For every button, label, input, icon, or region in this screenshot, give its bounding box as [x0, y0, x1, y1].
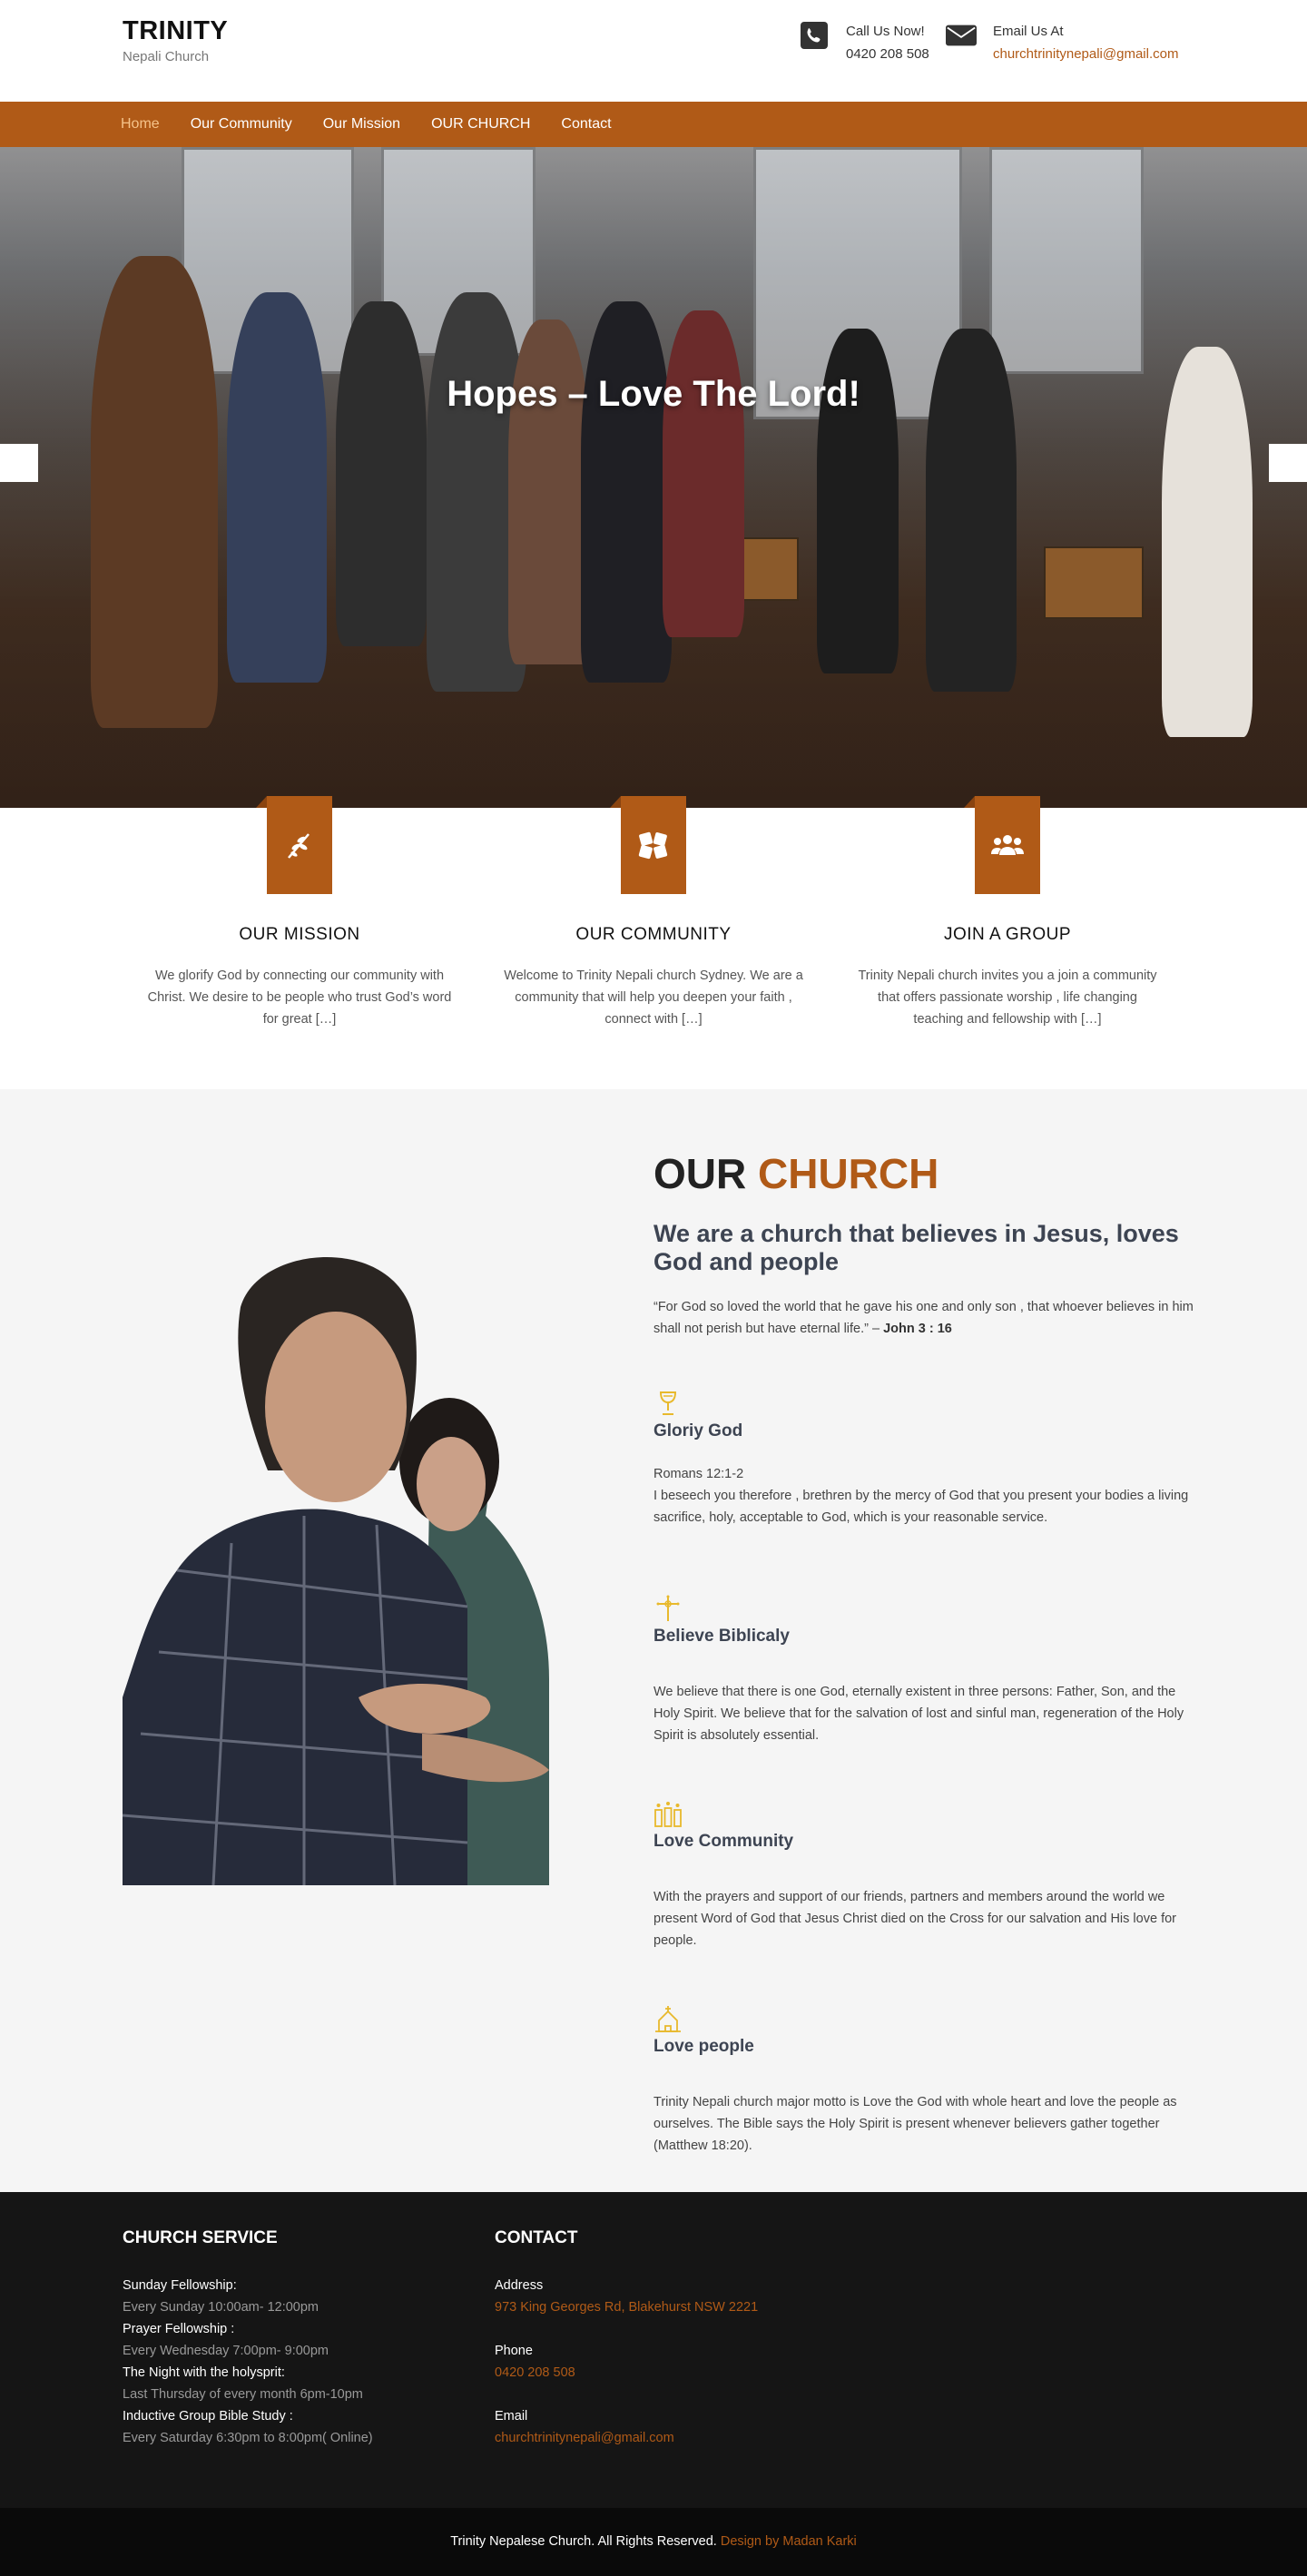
feature-join-a-group: JOIN A GROUP Trinity Nepali church invit…: [844, 796, 1171, 1030]
contact-info: Address 973 King Georges Rd, Blakehurst …: [495, 2275, 758, 2449]
phone-label: Phone: [495, 2344, 533, 2358]
call-value[interactable]: 0420 208 508: [846, 43, 929, 65]
feature-text: We glorify God by connecting our communi…: [147, 968, 452, 1027]
slider-next-button[interactable]: [1269, 444, 1307, 482]
copyright-bar: Trinity Nepalese Church. All Rights Rese…: [0, 2508, 1307, 2576]
features-section: OUR MISSION We glorify God by connecting…: [0, 796, 1307, 1089]
site-footer: CHURCH SERVICE Sunday Fellowship: Every …: [0, 2192, 1307, 2508]
hero-title: Hopes – Love The Lord!: [447, 374, 860, 414]
email-link[interactable]: churchtrinitynepali@gmail.com: [993, 43, 1179, 65]
email-contact: Email Us At churchtrinitynepali@gmail.co…: [946, 20, 1179, 65]
olive-branch-icon: [256, 796, 332, 894]
belief-love-community: Love Community With the prayers and supp…: [654, 1799, 1198, 1952]
belief-title: Gloriy God: [654, 1421, 743, 1440]
service-label: Prayer Fellowship :: [123, 2322, 235, 2336]
church-icon: [654, 2004, 683, 2033]
service-value: Every Wednesday 7:00pm- 9:00pm: [123, 2344, 329, 2358]
belief-title: Believe Biblicaly: [654, 1627, 790, 1646]
logo-title[interactable]: TRINITY: [123, 16, 228, 46]
envelope-icon: [946, 20, 977, 51]
chalice-icon: [654, 1389, 683, 1418]
cross-icon: [654, 1594, 683, 1623]
address-link[interactable]: 973 King Georges Rd, Blakehurst NSW 2221: [495, 2296, 758, 2318]
belief-text: We believe that there is one God, eterna…: [654, 1685, 1184, 1743]
church-heading: OUR CHURCH: [654, 1149, 938, 1198]
nav-item-home[interactable]: Home: [121, 116, 160, 133]
service-value: Last Thursday of every month 6pm-10pm: [123, 2387, 363, 2402]
service-value: Every Sunday 10:00am- 12:00pm: [123, 2300, 319, 2315]
contact-title: CONTACT: [495, 2228, 578, 2247]
feature-text: Welcome to Trinity Nepali church Sydney.…: [504, 968, 803, 1027]
belief-title: Love Community: [654, 1832, 794, 1851]
service-value: Every Saturday 6:30pm to 8:00pm( Online): [123, 2431, 373, 2445]
belief-title: Love people: [654, 2037, 754, 2056]
church-quote: “For God so loved the world that he gave…: [654, 1296, 1198, 1340]
address-label: Address: [495, 2278, 544, 2293]
service-label: Inductive Group Bible Study :: [123, 2409, 293, 2424]
church-heading-part1: OUR: [654, 1150, 747, 1197]
designer-credit-link[interactable]: Design by Madan Karki: [721, 2534, 857, 2549]
belief-text: With the prayers and support of our frie…: [654, 1890, 1176, 1948]
pastor-photo: [123, 1225, 599, 1885]
belief-gloriy-god: Gloriy God Romans 12:1-2 I beseech you t…: [654, 1389, 1198, 1529]
belief-love-people: Love people Trinity Nepali church major …: [654, 2004, 1198, 2157]
copyright-text: Trinity Nepalese Church. All Rights Rese…: [450, 2534, 717, 2549]
call-label: Call Us Now!: [846, 24, 925, 39]
main-nav: Home Our Community Our Mission OUR CHURC…: [0, 102, 1307, 147]
belief-reference: Romans 12:1-2: [654, 1467, 744, 1481]
feature-text: Trinity Nepali church invites you a join…: [858, 968, 1157, 1027]
church-service-title: CHURCH SERVICE: [123, 2228, 278, 2247]
quote-reference: John 3 : 16: [883, 1322, 952, 1336]
belief-believe-biblicaly: Believe Biblicaly We believe that there …: [654, 1594, 1198, 1746]
site-header: TRINITY Nepali Church Call Us Now! 0420 …: [0, 0, 1307, 102]
our-church-section: OUR CHURCH We are a church that believes…: [0, 1089, 1307, 2192]
email-label: Email: [495, 2409, 528, 2424]
belief-text: Trinity Nepali church major motto is Lov…: [654, 2095, 1177, 2153]
hero-slider: Hopes – Love The Lord!: [0, 147, 1307, 808]
phone-link[interactable]: 0420 208 508: [495, 2362, 758, 2384]
phone-icon: [799, 20, 830, 51]
group-icon: [964, 796, 1040, 894]
feature-our-community: OUR COMMUNITY Welcome to Trinity Nepali …: [490, 796, 817, 1030]
nav-item-our-church[interactable]: OUR CHURCH: [431, 116, 530, 133]
email-label: Email Us At: [993, 24, 1064, 39]
service-label: The Night with the holysprit:: [123, 2365, 285, 2380]
hands-icon: [610, 796, 686, 894]
church-service-list: Sunday Fellowship: Every Sunday 10:00am-…: [123, 2275, 373, 2449]
feature-title[interactable]: OUR MISSION: [136, 925, 463, 945]
church-heading-part2: CHURCH: [758, 1150, 939, 1197]
service-label: Sunday Fellowship:: [123, 2278, 237, 2293]
slider-prev-button[interactable]: [0, 444, 38, 482]
feature-title[interactable]: JOIN A GROUP: [844, 925, 1171, 945]
candles-icon: [654, 1799, 683, 1828]
footer-email-link[interactable]: churchtrinitynepali@gmail.com: [495, 2427, 758, 2449]
feature-title[interactable]: OUR COMMUNITY: [490, 925, 817, 945]
nav-item-our-mission[interactable]: Our Mission: [323, 116, 400, 133]
church-subheading: We are a church that believes in Jesus, …: [654, 1220, 1179, 1275]
logo-subtitle: Nepali Church: [123, 49, 210, 64]
nav-item-our-community[interactable]: Our Community: [191, 116, 292, 133]
nav-item-contact[interactable]: Contact: [561, 116, 611, 133]
call-contact: Call Us Now! 0420 208 508: [799, 20, 929, 65]
feature-our-mission: OUR MISSION We glorify God by connecting…: [136, 796, 463, 1030]
belief-text: I beseech you therefore , brethren by th…: [654, 1489, 1189, 1525]
